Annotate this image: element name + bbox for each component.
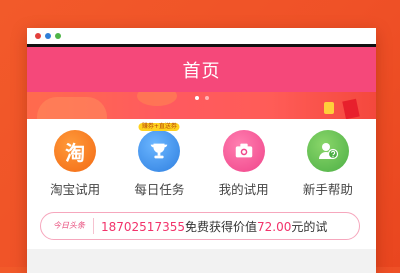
headline-tag: 今日头条 — [41, 218, 94, 234]
ticker-text-2: 元的试 — [291, 219, 328, 234]
banner-gift-decoration — [324, 102, 334, 114]
carousel-pager — [27, 96, 376, 100]
shortcut-label: 新手帮助 — [302, 182, 353, 197]
minimize-window-button[interactable] — [45, 33, 51, 39]
shortcut-beginner-help[interactable]: 新手帮助 — [288, 130, 368, 206]
promo-banner-carousel[interactable] — [27, 92, 376, 119]
task-badge: 赚券+直送券 — [138, 123, 180, 131]
taobao-icon: 淘 — [54, 130, 97, 172]
content-divider — [27, 249, 376, 273]
banner-red-envelope-decoration — [342, 98, 360, 119]
shortcut-label: 每日任务 — [134, 182, 185, 197]
app-window: 首页 淘 淘宝试用 赚券+直送券 每日任务 我的试用 新手帮助 今日头条 187… — [27, 28, 376, 273]
ticker-amount: 72.00 — [257, 219, 292, 234]
shortcut-label: 淘宝试用 — [50, 182, 101, 197]
news-ticker[interactable]: 今日头条 18702517355免费获得价值72.00元的试 — [40, 212, 360, 240]
app-header: 首页 — [27, 47, 376, 92]
help-person-icon — [306, 130, 349, 172]
banner-decoration — [37, 97, 107, 119]
ticker-text-1: 免费获得价值 — [184, 219, 257, 234]
window-titlebar — [27, 28, 376, 44]
shortcut-daily-tasks[interactable]: 赚券+直送券 每日任务 — [119, 123, 199, 206]
ticker-message: 18702517355免费获得价值72.00元的试 — [94, 218, 327, 235]
shortcut-my-trials[interactable]: 我的试用 — [204, 130, 284, 206]
carousel-dot-active[interactable] — [194, 96, 199, 100]
camera-icon — [222, 130, 265, 172]
close-window-button[interactable] — [35, 33, 41, 39]
carousel-dot[interactable] — [204, 96, 209, 100]
shortcut-taobao-trial[interactable]: 淘 淘宝试用 — [35, 130, 115, 206]
ticker-phone: 18702517355 — [101, 219, 185, 234]
maximize-window-button[interactable] — [55, 33, 61, 39]
shortcut-label: 我的试用 — [218, 182, 269, 197]
trophy-icon: 赚券+直送券 — [138, 123, 181, 172]
page-title: 首页 — [182, 60, 221, 82]
shortcut-grid: 淘 淘宝试用 赚券+直送券 每日任务 我的试用 新手帮助 — [27, 119, 376, 206]
